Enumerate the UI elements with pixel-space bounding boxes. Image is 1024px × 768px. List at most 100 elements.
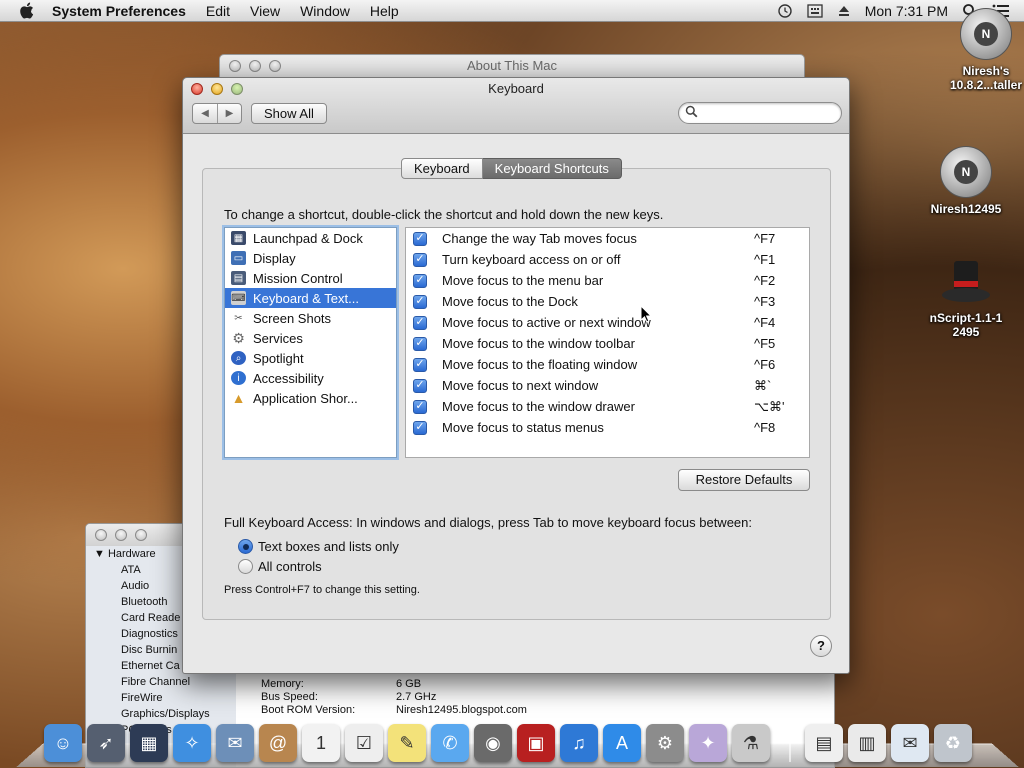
dock-app-store-icon[interactable]: A	[603, 724, 641, 762]
show-all-button[interactable]: Show All	[251, 103, 327, 124]
radio-text-boxes-only[interactable]: Text boxes and lists only	[238, 539, 399, 554]
checkbox-checked[interactable]: ✓	[413, 273, 427, 288]
minimize-button[interactable]	[249, 60, 261, 72]
close-button[interactable]	[95, 529, 107, 541]
checkbox-checked[interactable]: ✓	[413, 294, 427, 309]
checkbox-checked[interactable]: ✓	[413, 336, 427, 351]
search-input[interactable]	[678, 102, 842, 124]
menu-view[interactable]: View	[240, 0, 290, 22]
category-screen-shots[interactable]: ✂ Screen Shots	[225, 308, 396, 328]
shortcut-row[interactable]: ✓ Move focus to next window ⌘`	[406, 375, 809, 396]
spotlight-icon: ⌕	[231, 351, 246, 365]
category-mission-control[interactable]: ▤ Mission Control	[225, 268, 396, 288]
desktop-icon-nscript[interactable]: nScript-1.1-1 2495	[915, 255, 1017, 339]
dock-utility-icon[interactable]: ⚗	[732, 724, 770, 762]
tab-bar: Keyboard Keyboard Shortcuts	[401, 158, 622, 179]
category-accessibility[interactable]: i Accessibility	[225, 368, 396, 388]
shortcut-category-list[interactable]: ▦ Launchpad & Dock ▭ Display ▤ Mission C…	[224, 227, 397, 458]
shortcut-row[interactable]: ✓ Move focus to the Dock ^F3	[406, 291, 809, 312]
dock-facetime-icon[interactable]: ◉	[474, 724, 512, 762]
radio-all-controls[interactable]: All controls	[238, 559, 322, 574]
dock-downloads-stack-icon[interactable]: ▥	[848, 724, 886, 762]
dock-finder-icon[interactable]: ☺	[44, 724, 82, 762]
dock-safari-icon[interactable]: ✧	[173, 724, 211, 762]
close-button[interactable]	[229, 60, 241, 72]
menu-window[interactable]: Window	[290, 0, 360, 22]
shortcut-key[interactable]: ^F8	[754, 420, 809, 435]
menu-app-name[interactable]: System Preferences	[48, 0, 196, 22]
category-spotlight[interactable]: ⌕ Spotlight	[225, 348, 396, 368]
shortcut-key[interactable]: ^F3	[754, 294, 809, 309]
dock-launchpad-icon[interactable]: ➶	[87, 724, 125, 762]
shortcut-key[interactable]: ^F4	[754, 315, 809, 330]
shortcut-key[interactable]: ⌘`	[754, 378, 809, 394]
dock-contacts-icon[interactable]: @	[259, 724, 297, 762]
dock-document-stack-icon[interactable]: ▤	[805, 724, 843, 762]
menu-help[interactable]: Help	[360, 0, 409, 22]
dock-wizard-icon[interactable]: ✦	[689, 724, 727, 762]
checkbox-checked[interactable]: ✓	[413, 315, 427, 330]
shortcut-key[interactable]: ^F5	[754, 336, 809, 351]
dock-trash-icon[interactable]: ♻	[934, 724, 972, 762]
back-arrow-icon[interactable]: ◀	[193, 104, 217, 123]
shortcut-row[interactable]: ✓ Move focus to active or next window ^F…	[406, 312, 809, 333]
radio-button-selected[interactable]	[238, 539, 253, 554]
shortcut-list[interactable]: ✓ Change the way Tab moves focus ^F7 ✓ T…	[405, 227, 810, 458]
checkbox-checked[interactable]: ✓	[413, 357, 427, 372]
category-services[interactable]: ⚙ Services	[225, 328, 396, 348]
sidebar-item[interactable]: Fibre Channel	[86, 674, 236, 690]
menu-edit[interactable]: Edit	[196, 0, 240, 22]
keyboard-preferences-window[interactable]: Keyboard ◀ ▶ Show All Keyboard Keyboard …	[182, 77, 850, 674]
shortcut-row[interactable]: ✓ Move focus to the window drawer ⌥⌘'	[406, 396, 809, 417]
checkbox-checked[interactable]: ✓	[413, 399, 427, 414]
eject-icon[interactable]	[837, 4, 851, 18]
shortcut-row[interactable]: ✓ Move focus to the menu bar ^F2	[406, 270, 809, 291]
dock-system-preferences-icon[interactable]: ⚙	[646, 724, 684, 762]
desktop-icon-installer-disk[interactable]: N Niresh's 10.8.2...taller	[936, 8, 1024, 92]
time-machine-icon[interactable]	[777, 3, 793, 19]
category-keyboard-text[interactable]: ⌨ Keyboard & Text...	[225, 288, 396, 308]
keyboard-viewer-icon[interactable]	[807, 3, 823, 18]
dock-calendar-icon[interactable]: 1	[302, 724, 340, 762]
shortcut-key[interactable]: ^F1	[754, 252, 809, 267]
radio-button[interactable]	[238, 559, 253, 574]
restore-defaults-button[interactable]: Restore Defaults	[678, 469, 810, 491]
forward-arrow-icon[interactable]: ▶	[217, 104, 241, 123]
dock-reminders-icon[interactable]: ☑	[345, 724, 383, 762]
shortcut-key[interactable]: ⌥⌘'	[754, 399, 809, 415]
dock-photo-booth-icon[interactable]: ▣	[517, 724, 555, 762]
category-label: Mission Control	[253, 270, 343, 286]
zoom-button[interactable]	[269, 60, 281, 72]
shortcut-row[interactable]: ✓ Move focus to the window toolbar ^F5	[406, 333, 809, 354]
checkbox-checked[interactable]: ✓	[413, 420, 427, 435]
dock-separator	[789, 722, 791, 762]
shortcut-key[interactable]: ^F2	[754, 273, 809, 288]
dock-mission-control-icon[interactable]: ▦	[130, 724, 168, 762]
apple-menu-icon[interactable]	[16, 1, 36, 21]
dock-mail-stack-icon[interactable]: ✉	[891, 724, 929, 762]
category-launchpad-dock[interactable]: ▦ Launchpad & Dock	[225, 228, 396, 248]
shortcut-row[interactable]: ✓ Move focus to status menus ^F8	[406, 417, 809, 438]
sidebar-item[interactable]: FireWire	[86, 690, 236, 706]
tab-keyboard[interactable]: Keyboard	[401, 158, 483, 179]
shortcut-row[interactable]: ✓ Change the way Tab moves focus ^F7	[406, 228, 809, 249]
checkbox-checked[interactable]: ✓	[413, 231, 427, 246]
help-button[interactable]: ?	[810, 635, 832, 657]
tab-keyboard-shortcuts[interactable]: Keyboard Shortcuts	[482, 158, 622, 179]
zoom-button[interactable]	[135, 529, 147, 541]
minimize-button[interactable]	[115, 529, 127, 541]
checkbox-checked[interactable]: ✓	[413, 252, 427, 267]
dock-notes-icon[interactable]: ✎	[388, 724, 426, 762]
checkbox-checked[interactable]: ✓	[413, 378, 427, 393]
shortcut-key[interactable]: ^F7	[754, 231, 809, 246]
shortcut-row[interactable]: ✓ Turn keyboard access on or off ^F1	[406, 249, 809, 270]
dock-itunes-icon[interactable]: ♫	[560, 724, 598, 762]
shortcut-row[interactable]: ✓ Move focus to the floating window ^F6	[406, 354, 809, 375]
shortcut-key[interactable]: ^F6	[754, 357, 809, 372]
dock-messages-icon[interactable]: ✆	[431, 724, 469, 762]
desktop-icon-niresh-disk[interactable]: N Niresh12495	[915, 146, 1017, 216]
display-icon: ▭	[231, 251, 246, 265]
category-display[interactable]: ▭ Display	[225, 248, 396, 268]
category-application-shortcuts[interactable]: ▲ Application Shor...	[225, 388, 396, 408]
dock-mail-icon[interactable]: ✉	[216, 724, 254, 762]
